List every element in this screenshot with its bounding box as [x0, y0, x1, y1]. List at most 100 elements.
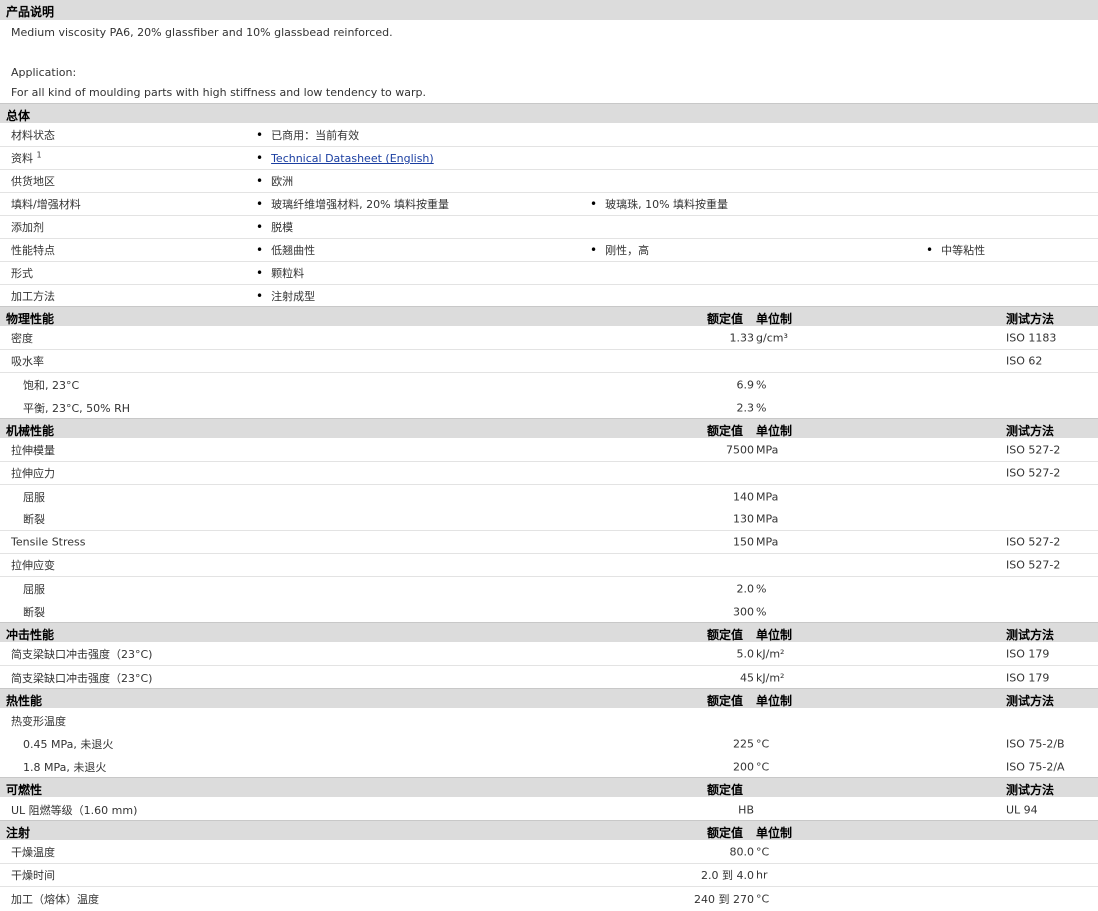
- section-header-mechanical: 机械性能 额定值 单位制 测试方法: [0, 418, 1098, 438]
- row-label: 断裂: [23, 513, 45, 526]
- row-value: 2.0: [736, 582, 755, 595]
- property-row: 密度 1.33 g/cm³ ISO 1183: [0, 327, 1098, 350]
- row-label: 材料状态: [11, 129, 55, 142]
- row-value: 225: [733, 737, 754, 750]
- row-method: ISO 527-2: [1006, 466, 1061, 480]
- row-value: 200: [733, 760, 754, 773]
- row-label: 性能特点: [11, 244, 55, 257]
- row-value: 45: [740, 671, 754, 684]
- row-label: Tensile Stress: [11, 535, 86, 549]
- row-bullet: 中等粘性: [926, 242, 985, 258]
- property-row: 简支梁缺口冲击强度（23°C) 45 kJ/m² ISO 179: [0, 666, 1098, 689]
- row-method: ISO 75-2/B: [1006, 737, 1065, 750]
- col-value-header: 额定值: [707, 312, 744, 326]
- row-label: 填料/增强材料: [11, 198, 81, 211]
- row-unit: °C: [756, 760, 770, 773]
- section-title: 热性能: [6, 694, 43, 708]
- col-unit-header: 单位制: [756, 694, 793, 708]
- row-value: 2.3: [736, 401, 755, 414]
- general-row: 资料 1 Technical Datasheet (English): [0, 147, 1098, 170]
- row-label: 简支梁缺口冲击强度（23°C): [11, 648, 153, 661]
- property-row: 热变形温度: [0, 709, 1098, 732]
- datasheet-link[interactable]: Technical Datasheet (English): [271, 152, 434, 165]
- row-value: 5.0: [736, 647, 755, 661]
- col-method-header: 测试方法: [1006, 783, 1055, 797]
- row-method: ISO 179: [1006, 671, 1050, 684]
- row-bullet: 欧洲: [256, 173, 293, 189]
- property-row: 拉伸模量 7500 MPa ISO 527-2: [0, 439, 1098, 462]
- row-method: ISO 527-2: [1006, 535, 1061, 549]
- col-method-header: 测试方法: [1006, 312, 1055, 326]
- row-label-text: 资料: [11, 152, 33, 165]
- property-row: 干燥时间 2.0 到 4.0 hr: [0, 864, 1098, 887]
- row-label: 断裂: [23, 605, 45, 619]
- row-method: ISO 1183: [1006, 331, 1057, 345]
- section-header-flammability: 可燃性 额定值 测试方法: [0, 777, 1098, 797]
- row-value: 240 到 270: [694, 892, 754, 906]
- row-label: 密度: [11, 332, 33, 345]
- col-value-header: 额定值: [707, 628, 744, 642]
- property-row: 平衡, 23°C, 50% RH 2.3 %: [0, 396, 1098, 419]
- col-value-header: 额定值: [707, 783, 744, 797]
- col-value-header: 额定值: [707, 694, 744, 708]
- description-text: Medium viscosity PA6, 20% glassfiber and…: [11, 26, 393, 39]
- row-label: 饱和, 23°C: [23, 378, 80, 392]
- row-label: 拉伸应力: [11, 467, 55, 480]
- row-label: 屈服: [23, 582, 45, 596]
- section-title: 冲击性能: [6, 628, 55, 642]
- property-row: 饱和, 23°C 6.9 %: [0, 373, 1098, 396]
- section-title: 物理性能: [6, 312, 55, 326]
- general-row: 填料/增强材料 玻璃纤维增强材料, 20% 填料按重量 玻璃珠, 10% 填料按…: [0, 193, 1098, 216]
- section-title: 可燃性: [6, 783, 43, 797]
- section-title: 机械性能: [6, 424, 55, 438]
- row-label: 0.45 MPa, 未退火: [23, 737, 114, 751]
- general-row: 加工方法 注射成型: [0, 285, 1098, 307]
- row-value: 80.0: [729, 845, 755, 859]
- general-row: 材料状态 已商用：当前有效: [0, 124, 1098, 147]
- row-unit: MPa: [756, 512, 779, 526]
- row-label: UL 阻燃等级（1.60 mm): [11, 803, 138, 817]
- property-row: 拉伸应变 ISO 527-2: [0, 554, 1098, 577]
- row-bullet: 颗粒料: [256, 265, 304, 281]
- general-row: 性能特点 低翘曲性 刚性，高 中等粘性: [0, 239, 1098, 262]
- row-unit: %: [756, 401, 767, 414]
- row-value: 7500: [726, 443, 754, 457]
- row-bullet: 玻璃纤维增强材料, 20% 填料按重量: [256, 196, 449, 212]
- row-unit: %: [756, 582, 767, 595]
- row-unit: °C: [756, 845, 770, 859]
- application-label: Application:: [11, 66, 77, 79]
- row-unit: g/cm³: [756, 331, 788, 345]
- property-row: 加工（熔体）温度 240 到 270 °C: [0, 887, 1098, 910]
- row-label: 供货地区: [11, 175, 55, 188]
- application-text: For all kind of moulding parts with high…: [11, 86, 427, 99]
- row-value: 1.33: [729, 331, 755, 345]
- row-label: 平衡, 23°C, 50% RH: [23, 401, 131, 415]
- property-row: Tensile Stress 150 MPa ISO 527-2: [0, 531, 1098, 554]
- property-row: 屈服 140 MPa: [0, 485, 1098, 508]
- row-unit: MPa: [756, 443, 779, 457]
- property-row: 简支梁缺口冲击强度（23°C) 5.0 kJ/m² ISO 179: [0, 643, 1098, 666]
- general-row: 形式 颗粒料: [0, 262, 1098, 285]
- row-label: 添加剂: [11, 221, 44, 234]
- section-title: 总体: [6, 109, 31, 123]
- row-value: 130: [733, 512, 754, 526]
- row-bullet: 注射成型: [256, 288, 315, 304]
- footnote-marker: 1: [36, 150, 42, 160]
- row-bullet: 脱模: [256, 219, 293, 235]
- property-row: 屈服 2.0 %: [0, 577, 1098, 600]
- col-unit-header: 单位制: [756, 628, 793, 642]
- row-value: 300: [733, 605, 754, 618]
- section-header-injection: 注射 额定值 单位制: [0, 820, 1098, 840]
- row-label: 1.8 MPa, 未退火: [23, 760, 107, 774]
- row-label: 资料 1: [11, 150, 42, 166]
- row-label: 屈服: [23, 490, 45, 504]
- property-row: 干燥温度 80.0 °C: [0, 841, 1098, 864]
- col-unit-header: 单位制: [756, 424, 793, 438]
- row-value: 6.9: [736, 378, 755, 391]
- property-row: 0.45 MPa, 未退火 225 °C ISO 75-2/B: [0, 732, 1098, 755]
- row-label: 形式: [11, 267, 33, 280]
- datasheet-bullet: Technical Datasheet (English): [256, 151, 434, 165]
- row-method: ISO 527-2: [1006, 443, 1061, 457]
- row-method: ISO 527-2: [1006, 558, 1061, 572]
- col-method-header: 测试方法: [1006, 424, 1055, 438]
